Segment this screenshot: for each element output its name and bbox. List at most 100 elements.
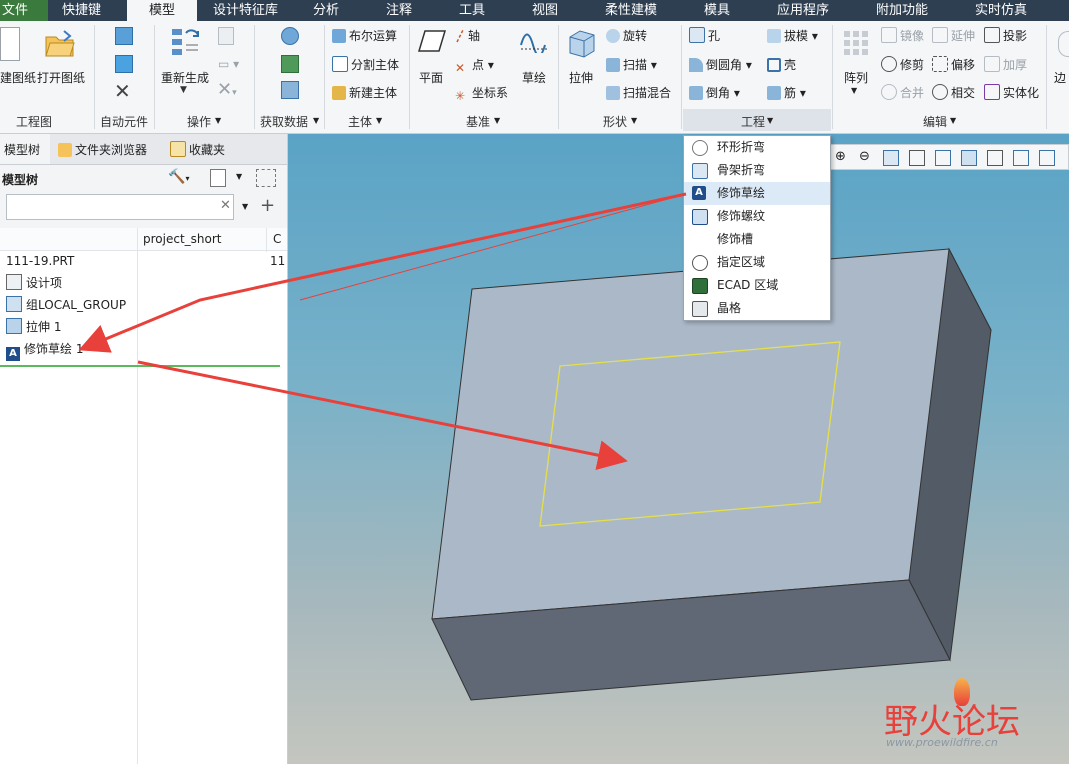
revolve-button[interactable]: 旋转 (606, 27, 647, 44)
solidify-button[interactable]: 实体化 (984, 84, 1039, 101)
axis-button[interactable]: 轴 (455, 27, 480, 44)
group-label-editing[interactable]: 编辑 (923, 113, 947, 130)
trim-button[interactable]: 修剪 (881, 56, 924, 73)
clear-search-icon[interactable]: ✕ (220, 198, 231, 213)
tree-search-input[interactable] (6, 194, 234, 220)
search-dropdown-icon[interactable]: ▼ (242, 202, 248, 211)
repaint-icon[interactable] (909, 150, 925, 166)
menu-item-cosmetic-thread[interactable]: 修饰螺纹 (684, 205, 830, 228)
tree-filter-icon[interactable] (210, 169, 226, 187)
datum-display-icon[interactable] (1013, 150, 1029, 166)
menu-item-ecad-area[interactable]: ECAD 区域 (684, 274, 830, 297)
sketch-button[interactable]: 草绘 (522, 69, 546, 86)
column-header-c[interactable]: C (273, 232, 281, 246)
group-label-datum[interactable]: 基准 (466, 113, 490, 130)
csys-button[interactable]: ✳ 坐标系 (455, 84, 508, 103)
menu-model[interactable]: 模型 (127, 0, 197, 21)
regenerate-dropdown-icon[interactable]: ▼ (180, 85, 187, 95)
menu-item-cosmetic-sketch[interactable]: A 修饰草绘 (684, 182, 830, 205)
add-item-icon[interactable]: + (260, 195, 275, 216)
insert-here-marker[interactable] (0, 365, 280, 367)
group-label-operations[interactable]: 操作 (187, 113, 211, 130)
menu-realtime-simulation[interactable]: 实时仿真 (975, 0, 1027, 21)
boundary-blend-button[interactable]: 边 (1054, 69, 1066, 86)
display-style-icon[interactable] (935, 150, 951, 166)
tree-row-local-group[interactable]: 组LOCAL_GROUP (0, 294, 126, 316)
menu-file[interactable]: 文件 (0, 0, 48, 21)
plane-icon[interactable] (417, 29, 447, 56)
graphics-viewport[interactable] (288, 134, 1069, 764)
split-body-button[interactable]: 分割主体 (332, 56, 399, 73)
group-label-get-data[interactable]: 获取数据 (260, 113, 308, 130)
extrude-icon[interactable] (566, 27, 598, 62)
plane-button[interactable]: 平面 (419, 69, 443, 86)
tab-favorites[interactable]: 收藏夹 (170, 141, 225, 158)
tree-row-design-items[interactable]: 设计项 (0, 272, 62, 294)
refit-icon[interactable] (883, 150, 899, 166)
auto-component-icon-2[interactable] (115, 55, 133, 73)
menu-item-cosmetic-groove[interactable]: 修饰槽 (684, 228, 830, 251)
menu-flexible-modeling[interactable]: 柔性建模 (605, 0, 657, 21)
regenerate-icon[interactable] (170, 25, 202, 60)
pattern-dropdown-icon[interactable]: ▼ (851, 86, 857, 95)
mirror-button[interactable]: 镜像 (881, 27, 924, 44)
new-body-button[interactable]: 新建主体 (332, 84, 397, 101)
saved-views-icon[interactable] (961, 150, 977, 166)
pattern-icon[interactable] (842, 29, 870, 60)
menu-shortcuts[interactable]: 快捷键 (62, 0, 101, 21)
group-label-engineering[interactable]: 工程 (741, 113, 765, 130)
boolean-button[interactable]: 布尔运算 (332, 27, 397, 44)
tree-filter-dropdown-icon[interactable]: ▼ (236, 172, 242, 181)
menu-item-spinal-bend[interactable]: 骨架折弯 (684, 159, 830, 182)
point-button[interactable]: ✕ 点 ▾ (455, 56, 494, 75)
shell-button[interactable]: 壳 (767, 56, 796, 73)
menu-annotate[interactable]: 注释 (386, 0, 412, 21)
part-model[interactable] (288, 134, 1069, 764)
tree-row-extrude[interactable]: 拉伸 1 (0, 316, 61, 338)
extend-button[interactable]: 延伸 (932, 27, 975, 44)
tree-row-cosmetic-sketch[interactable]: A 修饰草绘 1 (0, 338, 83, 361)
thicken-button[interactable]: 加厚 (984, 56, 1027, 73)
copy-geometry-icon[interactable] (281, 55, 299, 73)
hole-button[interactable]: 孔 (689, 27, 720, 44)
paste-icon[interactable]: ▭ ▾ (218, 57, 239, 71)
menu-applications[interactable]: 应用程序 (777, 0, 829, 21)
sketch-icon[interactable] (519, 29, 549, 57)
tab-folder-browser[interactable]: 文件夹浏览器 (58, 141, 147, 158)
pattern-button[interactable]: 阵列 (844, 69, 868, 86)
open-drawing-icon[interactable] (44, 29, 75, 59)
sweep-button[interactable]: 扫描 ▾ (606, 56, 657, 73)
menu-tools[interactable]: 工具 (459, 0, 485, 21)
user-defined-feature-icon[interactable] (281, 27, 299, 45)
menu-design-feature-library[interactable]: 设计特征库 (213, 0, 278, 21)
boundary-blend-icon[interactable] (1058, 31, 1069, 57)
group-label-auto-component[interactable]: 自动元件 (100, 113, 148, 130)
column-header-project-short[interactable]: project_short (143, 232, 222, 246)
tree-columns-icon[interactable] (256, 169, 276, 187)
offset-button[interactable]: 偏移 (932, 56, 975, 73)
copy-icon[interactable] (218, 27, 234, 45)
menu-view[interactable]: 视图 (532, 0, 558, 21)
delete-disabled-icon[interactable]: ✕▾ (217, 79, 237, 100)
swept-blend-button[interactable]: 扫描混合 (606, 84, 671, 101)
menu-add-ins[interactable]: 附加功能 (876, 0, 928, 21)
spin-center-icon[interactable] (1039, 150, 1055, 166)
intersect-button[interactable]: 相交 (932, 84, 975, 101)
menu-mold[interactable]: 模具 (704, 0, 730, 21)
menu-item-designate-area[interactable]: 指定区域 (684, 251, 830, 274)
tree-settings-icon[interactable]: 🔨▾ (168, 169, 189, 185)
project-button[interactable]: 投影 (984, 27, 1027, 44)
auto-component-icon-1[interactable] (115, 27, 133, 45)
extrude-button[interactable]: 拉伸 (569, 69, 593, 86)
open-drawing-button[interactable]: 打开图纸 (37, 69, 85, 86)
zoom-out-icon[interactable]: ⊖ (859, 149, 870, 164)
new-drawing-button[interactable]: 建图纸 (0, 69, 36, 86)
delete-icon[interactable]: ✕ (114, 79, 131, 103)
regenerate-button[interactable]: 重新生成 (161, 69, 209, 86)
view-manager-icon[interactable] (987, 150, 1003, 166)
tree-row-part[interactable]: 111-19.PRT 11 (0, 250, 287, 272)
merge-button[interactable]: 合并 (881, 84, 924, 101)
menu-item-lattice[interactable]: 晶格 (684, 297, 830, 320)
group-label-shapes[interactable]: 形状 (603, 113, 627, 130)
group-label-drawing[interactable]: 工程图 (16, 113, 52, 130)
